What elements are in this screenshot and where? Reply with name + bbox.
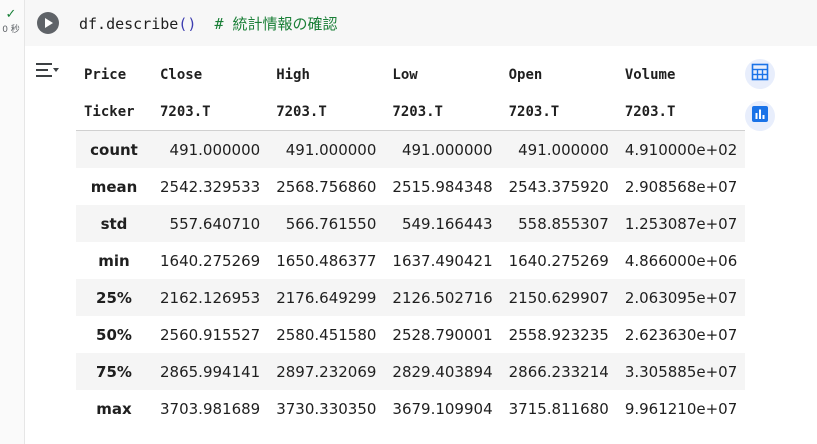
code-editor[interactable]: df.describe() # 統計情報の確認 xyxy=(79,13,338,34)
header-cell: Ticker xyxy=(76,93,152,131)
table-row: std 557.640710 566.761550 549.166443 558… xyxy=(76,205,746,242)
table-cell: 2176.649299 xyxy=(276,288,377,307)
table-cell: 2126.502716 xyxy=(392,288,493,307)
table-cell: 2542.329533 xyxy=(160,177,261,196)
header-row-ticker: Ticker 7203.T 7203.T 7203.T 7203.T 7203.… xyxy=(76,93,746,131)
table-cell: 2150.629907 xyxy=(508,288,609,307)
code-text: df.describe xyxy=(79,15,179,33)
row-label: std xyxy=(100,214,128,233)
code-parens: () xyxy=(178,15,197,33)
table-row: 50% 2560.915527 2580.451580 2528.790001 … xyxy=(76,316,746,353)
table-cell: 2866.233214 xyxy=(508,362,609,381)
table-cell: 549.166443 xyxy=(401,214,493,233)
table-cell: 2.623630e+07 xyxy=(624,325,738,344)
table-row: 25% 2162.126953 2176.649299 2126.502716 … xyxy=(76,279,746,316)
table-view-icon xyxy=(751,63,769,85)
code-comment: # 統計情報の確認 xyxy=(196,15,338,33)
table-cell: 1640.275269 xyxy=(160,251,261,270)
table-cell: 2560.915527 xyxy=(160,325,261,344)
chart-suggest-button[interactable] xyxy=(745,101,775,131)
row-label: max xyxy=(96,399,132,418)
table-view-button[interactable] xyxy=(745,59,775,89)
row-label: 75% xyxy=(96,362,132,381)
table-cell: 491.000000 xyxy=(518,140,609,159)
table-cell: 1640.275269 xyxy=(508,251,609,270)
table-cell: 1650.486377 xyxy=(276,251,377,270)
table-cell: 491.000000 xyxy=(169,140,261,159)
header-cell: 7203.T xyxy=(268,93,385,131)
table-cell: 3679.109904 xyxy=(392,399,493,418)
run-cell-button[interactable] xyxy=(37,12,59,34)
row-label: min xyxy=(98,251,130,270)
table-cell: 2865.994141 xyxy=(160,362,261,381)
table-cell: 2558.923235 xyxy=(508,325,609,344)
header-cell: Volume xyxy=(624,66,676,83)
table-cell: 3715.811680 xyxy=(508,399,609,418)
table-row: max 3703.981689 3730.330350 3679.109904 … xyxy=(76,390,746,427)
output-actions-icon[interactable] xyxy=(34,60,60,80)
table-cell: 1.253087e+07 xyxy=(624,214,738,233)
table-cell: 2580.451580 xyxy=(276,325,377,344)
header-cell: 7203.T xyxy=(500,93,617,131)
table-cell: 3703.981689 xyxy=(160,399,261,418)
table-cell: 2897.232069 xyxy=(276,362,377,381)
table-cell: 9.961210e+07 xyxy=(624,399,738,418)
table-row: min 1640.275269 1650.486377 1637.490421 … xyxy=(76,242,746,279)
header-cell: 7203.T xyxy=(384,93,501,131)
table-cell: 491.000000 xyxy=(401,140,493,159)
table-cell: 2829.403894 xyxy=(392,362,493,381)
header-row-price: Price Close High Low Open Volume xyxy=(76,56,745,93)
table-cell: 2543.375920 xyxy=(508,177,609,196)
table-row: 75% 2865.994141 2897.232069 2829.403894 … xyxy=(76,353,746,390)
table-cell: 2568.756860 xyxy=(276,177,377,196)
table-cell: 2515.984348 xyxy=(392,177,493,196)
table-cell: 557.640710 xyxy=(169,214,261,233)
table-cell: 491.000000 xyxy=(285,140,377,159)
table-row: count 491.000000 491.000000 491.000000 4… xyxy=(76,130,746,168)
header-cell: 7203.T xyxy=(152,93,269,131)
cell-gutter: ✓ 0 秒 xyxy=(0,0,25,444)
row-label: count xyxy=(90,140,138,159)
table-cell: 2162.126953 xyxy=(160,288,261,307)
check-icon: ✓ xyxy=(5,7,17,22)
table-cell: 2.063095e+07 xyxy=(624,288,738,307)
table-cell: 4.910000e+02 xyxy=(624,140,738,159)
header-cell: Low xyxy=(392,66,418,83)
code-cell[interactable]: df.describe() # 統計情報の確認 xyxy=(25,0,817,46)
header-cell: 7203.T xyxy=(616,93,746,131)
row-label: 25% xyxy=(96,288,132,307)
header-cell: Price xyxy=(84,66,127,83)
execution-status: ✓ 0 秒 xyxy=(0,8,22,35)
table-cell: 4.866000e+06 xyxy=(624,251,738,270)
header-cell: Close xyxy=(160,66,203,83)
row-label: 50% xyxy=(96,325,132,344)
table-cell: 2.908568e+07 xyxy=(624,177,738,196)
table-cell: 2528.790001 xyxy=(392,325,493,344)
table-row: mean 2542.329533 2568.756860 2515.984348… xyxy=(76,168,746,205)
header-cell: High xyxy=(276,66,310,83)
table-cell: 3.305885e+07 xyxy=(624,362,738,381)
table-cell: 558.855307 xyxy=(518,214,609,233)
describe-table: Price Close High Low Open Volume Ticker … xyxy=(76,56,746,427)
row-label: mean xyxy=(90,177,138,196)
execution-time: 0 秒 xyxy=(2,25,20,35)
chart-suggest-icon xyxy=(751,105,769,127)
header-cell: Open xyxy=(508,66,543,83)
table-cell: 3730.330350 xyxy=(276,399,377,418)
table-cell: 1637.490421 xyxy=(392,251,493,270)
table-cell: 566.761550 xyxy=(285,214,377,233)
